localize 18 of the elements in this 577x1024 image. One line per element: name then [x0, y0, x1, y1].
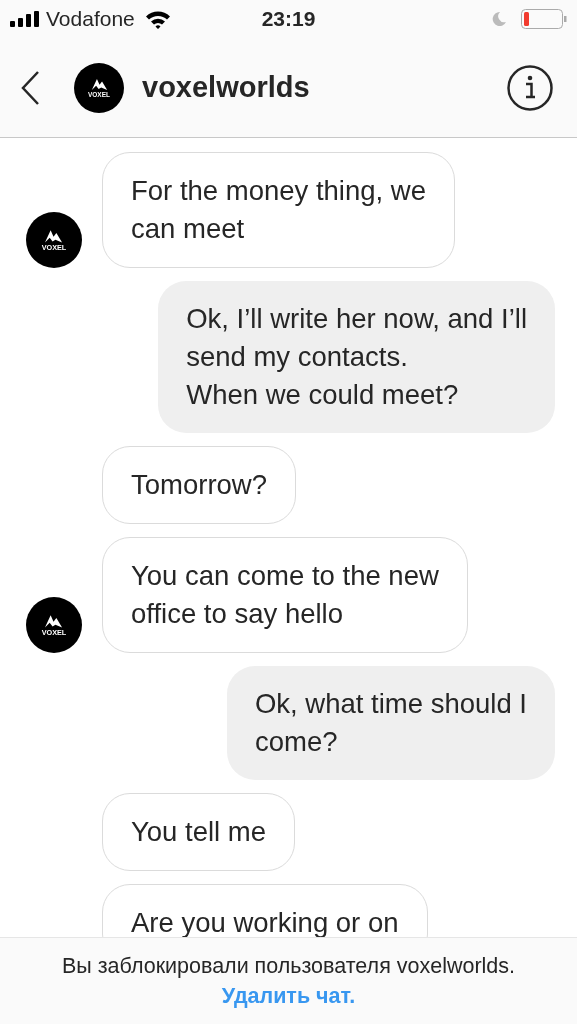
clock-time: 23:19 — [261, 7, 316, 30]
blocked-notice: Вы заблокировали пользователя voxelworlds. — [61, 953, 516, 980]
sent-message: Ok, I’ll write her now, and I’ll send my contacts. When we could meet? — [158, 281, 555, 433]
mountain-icon — [44, 228, 64, 244]
battery-icon — [521, 9, 567, 29]
wifi-icon — [144, 9, 171, 29]
mountain-icon — [44, 613, 64, 629]
back-button[interactable] — [20, 69, 40, 106]
signal-icon — [10, 11, 40, 27]
carrier-name: Vodafone — [46, 7, 135, 31]
received-message: For the money thing, we can meet — [102, 152, 455, 268]
info-button[interactable] — [507, 64, 553, 111]
received-message: You tell me — [102, 793, 296, 871]
received-message: Tomorrow? — [102, 446, 296, 524]
chat-title[interactable]: voxelworlds — [142, 71, 310, 104]
sent-message: Ok, what time should I come? — [226, 666, 555, 780]
moon-icon — [491, 11, 507, 27]
received-message: You can come to the new office to say hello — [102, 537, 468, 653]
